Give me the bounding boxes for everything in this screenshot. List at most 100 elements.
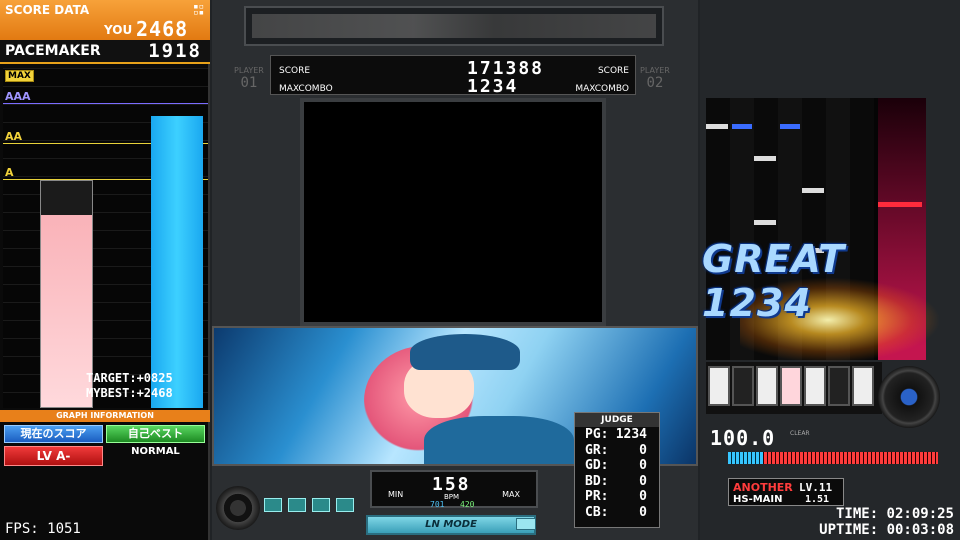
time-readout: TIME: 02:09:25 UPTIME: 00:03:08 [819,506,954,538]
grade-a-label: A [5,166,14,179]
player1-number: 01 [240,75,258,91]
ln-mode-indicator [516,518,536,530]
mybest-bar-fill [41,213,92,407]
maxcombo-label-right: MAXCOMBO [575,84,629,94]
judge-value: 0 [639,489,647,504]
speaker-icon [216,486,260,530]
judge-label: PG: [585,427,609,442]
hispeed-value: 1.51 [805,494,830,505]
judge-value: 0 [639,442,647,458]
judge-combo-text: GREAT 1234 [702,237,846,325]
pacemaker-row: PACEMAKER 1918 [0,40,210,64]
judge-label: PR: [585,489,609,504]
key [732,366,754,406]
progress-bar [252,14,656,38]
personal-best-button[interactable]: 自己ベスト [106,425,205,443]
playfield: GREAT 1234 100.0 CLEAR ANOTHER LV.11 HS-… [700,0,960,540]
key-beam-area [706,362,882,414]
note [732,124,752,129]
judge-row: GR: 0 [575,443,659,459]
fps-counter: FPS: 1051 [5,521,81,537]
pacemaker-label: PACEMAKER [5,43,101,59]
key [756,366,778,406]
mybest-bar-top [41,181,92,215]
grade-aaa-line [3,103,208,104]
scoreboard: SCORE 171388 SCORE MAXCOMBO 1234 MAXCOMB… [270,55,636,97]
character-body [424,416,574,464]
you-score: 2468 [136,17,189,41]
current-score-button[interactable]: 現在のスコア [4,425,103,443]
judge-panel: JUDGE PG: 1234 GR: 0 GD: 0 BD: 0 PR: 0 CB: 0 [574,412,660,528]
bga-screen [300,98,606,326]
judge-row: CB: 0 [575,505,659,521]
hispeed-label: HS-MAIN [733,494,783,505]
target-line: TARGET:+0825 [86,371,173,385]
bpm-min-label: MIN [388,490,404,499]
mybest-line: MYBEST:+2468 [86,386,173,400]
judge-row: GD: 0 [575,458,659,474]
bpm-label: BPM [444,493,460,501]
score-graph: MAX AAA AA A [3,68,208,408]
level-target-button[interactable]: LV A- [4,446,103,466]
gauge-value: 100.0 [710,426,776,450]
bpm-value: 158 [432,474,471,495]
score-label-left: SCORE [279,66,311,76]
indicator-light [336,498,354,512]
indicator-light [312,498,330,512]
character-hat [410,334,520,370]
maxcombo-value: 1234 [467,76,519,97]
scratch-note [878,202,922,207]
graph-information-bar: GRAPH INFORMATION [0,410,210,422]
judge-value: 0 [639,504,647,520]
clock-time: TIME: 02:09:25 [835,506,954,522]
judge-label: BD: [585,473,609,489]
difficulty-label: ANOTHER [733,481,793,494]
judge-value: 0 [639,473,647,489]
player2-label: PLAYER [640,66,670,75]
song-info-box: ANOTHER LV.11 HS-MAIN 1.51 [728,478,844,506]
groove-gauge-low [728,452,763,464]
turntable-icon [878,366,940,428]
uptime: UPTIME: 00:03:08 [819,522,954,538]
maxcombo-label-left: MAXCOMBO [279,84,333,94]
judge-value: 1234 [615,427,647,442]
indicator-light [264,498,282,512]
indicator-light [288,498,306,512]
judge-value: 0 [639,458,647,473]
judge-row: PG: 1234 [575,427,659,443]
bpm-display: 158 MIN MAX BPM 701 420 [370,470,538,509]
bpm-high: 420 [460,500,475,509]
judge-label: CB: [585,504,609,520]
grade-aa-label: AA [5,130,23,143]
note [754,156,776,161]
player2-indicator: PLAYER 02 [640,66,670,91]
player1-label: PLAYER [234,66,264,75]
grade-aaa-label: AAA [5,90,31,103]
beatmania-play-screen: SCORE DATA ▪▫ ▫▪ YOU 2468 PACEMAKER 1918 … [0,0,960,540]
judge-label: GR: [585,442,609,458]
grip-icon: ▪▫ ▫▪ [193,2,204,18]
judge-header: JUDGE [575,413,659,427]
mode-label: NORMAL [131,446,180,457]
note [780,124,800,129]
player2-number: 02 [646,75,664,91]
you-score-bar [151,116,203,408]
center-panel: PLAYER 01 PLAYER 02 SCORE 171388 SCORE M… [212,0,698,540]
score-label-right: SCORE [597,66,629,76]
player1-indicator: PLAYER 01 [234,66,264,91]
score-data-panel: SCORE DATA ▪▫ ▫▪ YOU 2468 PACEMAKER 1918 … [0,0,210,540]
bpm-low: 701 [430,500,445,509]
pacemaker-score: 1918 [148,40,202,62]
judge-row: PR: 0 [575,489,659,505]
target-readout: TARGET:+0825 MYBEST:+2468 [86,371,173,401]
note [754,220,776,225]
judge-label: GD: [585,458,609,473]
progress-display [244,6,664,46]
key [780,366,802,406]
bpm-max-label: MAX [502,490,520,499]
key [804,366,826,406]
ln-mode-button[interactable]: LN MODE [366,515,536,535]
grade-max-label: MAX [5,70,34,82]
note [706,124,728,129]
note [802,188,824,193]
